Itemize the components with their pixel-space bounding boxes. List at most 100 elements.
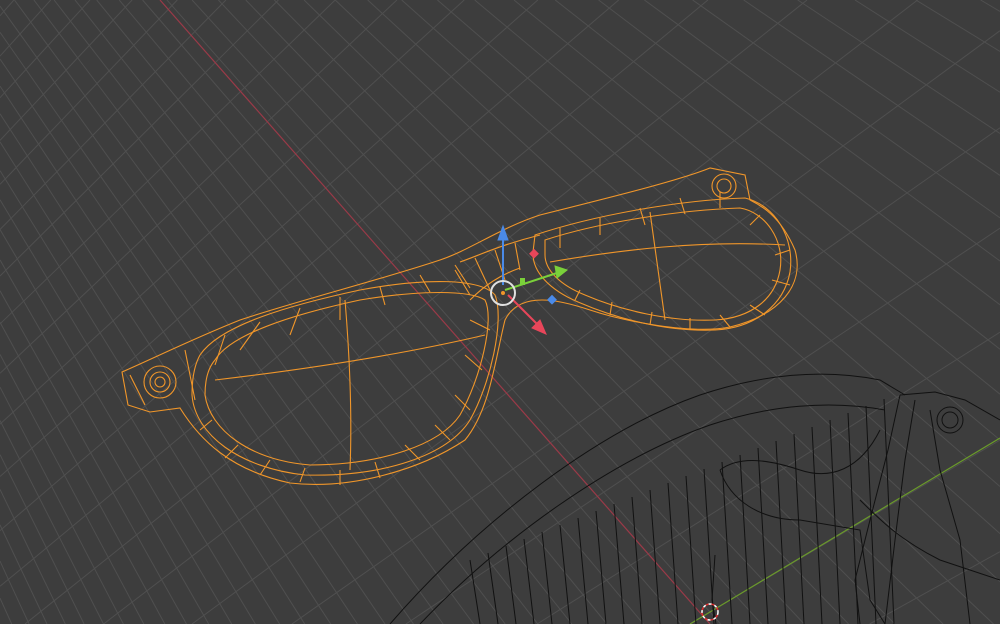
grid-line bbox=[7, 579, 30, 624]
grid-line bbox=[213, 408, 273, 496]
grid-line bbox=[138, 138, 186, 200]
grid-line bbox=[117, 612, 124, 624]
floor-grid bbox=[0, 0, 1000, 624]
grid-line bbox=[130, 250, 178, 320]
y-arrow-icon[interactable] bbox=[554, 265, 569, 279]
grid-line bbox=[118, 0, 147, 33]
grid-line bbox=[343, 301, 414, 388]
grid-line bbox=[241, 145, 299, 213]
grid-line bbox=[39, 235, 80, 300]
grid-line bbox=[170, 212, 222, 281]
grid-line bbox=[250, 253, 311, 331]
grid-line bbox=[5, 269, 43, 334]
grid-line bbox=[554, 0, 634, 62]
grid-line bbox=[0, 579, 9, 587]
frame-edge bbox=[404, 444, 421, 461]
grid-line bbox=[471, 497, 561, 610]
grid-line bbox=[112, 492, 163, 580]
grid-line bbox=[670, 357, 785, 469]
mesh-edge bbox=[757, 447, 769, 624]
grid-line bbox=[121, 368, 171, 447]
grid-line bbox=[600, 407, 706, 519]
grid-line bbox=[300, 617, 306, 624]
frame-edge bbox=[289, 307, 301, 336]
grid-line bbox=[360, 287, 433, 373]
grid-line bbox=[266, 240, 327, 317]
grid-line bbox=[401, 0, 470, 61]
grid-line bbox=[271, 494, 338, 593]
grid-line bbox=[292, 343, 359, 430]
grid-line bbox=[291, 604, 319, 624]
grid-line bbox=[91, 286, 137, 357]
mesh-edge bbox=[631, 496, 643, 624]
glasses-mesh-selected[interactable] bbox=[121, 167, 798, 485]
grid-line bbox=[14, 80, 51, 133]
grid-line bbox=[221, 0, 227, 5]
grid-line bbox=[513, 0, 527, 11]
grid-line bbox=[0, 5, 5, 12]
grid-line bbox=[743, 0, 836, 64]
grid-line bbox=[397, 123, 471, 198]
grid-line bbox=[318, 605, 332, 624]
grid-line bbox=[987, 339, 1000, 350]
grid-line bbox=[528, 147, 619, 231]
grid-line bbox=[7, 469, 47, 549]
grid-line bbox=[336, 592, 358, 624]
grid-line bbox=[0, 322, 19, 357]
grid-line bbox=[164, 112, 214, 174]
grid-line bbox=[0, 420, 21, 460]
grid-line bbox=[78, 298, 123, 369]
grid-line bbox=[56, 425, 100, 505]
grid-line bbox=[317, 74, 381, 140]
mesh-edge bbox=[595, 510, 607, 624]
yz-plane-handle[interactable] bbox=[520, 278, 525, 285]
3d-viewport[interactable] bbox=[0, 0, 1000, 624]
grid-line bbox=[0, 178, 6, 185]
frame-edge bbox=[454, 264, 471, 289]
grid-line bbox=[595, 246, 696, 342]
grid-line bbox=[212, 172, 267, 241]
grid-line bbox=[45, 547, 85, 624]
grid-line bbox=[730, 501, 849, 624]
grid-line bbox=[43, 437, 87, 516]
grid-line bbox=[140, 469, 193, 557]
mesh-edge bbox=[667, 482, 679, 624]
grid-line bbox=[869, 614, 887, 624]
grid-line bbox=[469, 60, 550, 132]
grid-line bbox=[81, 8, 122, 59]
grid-line bbox=[286, 103, 348, 170]
grid-line bbox=[392, 553, 444, 624]
frame-edge bbox=[749, 214, 761, 226]
grid-line bbox=[273, 0, 277, 3]
grid-line bbox=[878, 212, 1000, 306]
grid-line bbox=[770, 287, 898, 398]
grid-line bbox=[0, 85, 5, 94]
grid-line bbox=[0, 170, 6, 180]
y-axis-line bbox=[689, 437, 1000, 624]
grid-line bbox=[354, 579, 386, 624]
xy-plane-handle[interactable] bbox=[547, 294, 557, 305]
grid-line bbox=[191, 603, 220, 624]
grid-line bbox=[357, 428, 432, 527]
grid-line bbox=[835, 62, 966, 153]
grid-line bbox=[84, 95, 127, 152]
grid-line bbox=[0, 141, 17, 168]
grid-line bbox=[490, 326, 579, 424]
grid-line bbox=[126, 480, 178, 569]
grid-line bbox=[166, 0, 173, 6]
grid-line bbox=[0, 199, 30, 248]
mesh-edge bbox=[793, 433, 805, 624]
grid-line bbox=[309, 329, 377, 416]
grid-line bbox=[510, 311, 602, 408]
grid-line bbox=[191, 306, 246, 384]
grid-line bbox=[81, 0, 91, 10]
grid-line bbox=[0, 560, 9, 580]
grid-line bbox=[414, 108, 490, 182]
grid-line bbox=[980, 0, 1000, 12]
grid-line bbox=[329, 183, 397, 259]
grid-line bbox=[0, 259, 7, 271]
grid-line bbox=[552, 279, 648, 376]
grid-line bbox=[15, 167, 53, 225]
grid-line bbox=[58, 33, 98, 84]
grid-line bbox=[184, 199, 237, 268]
